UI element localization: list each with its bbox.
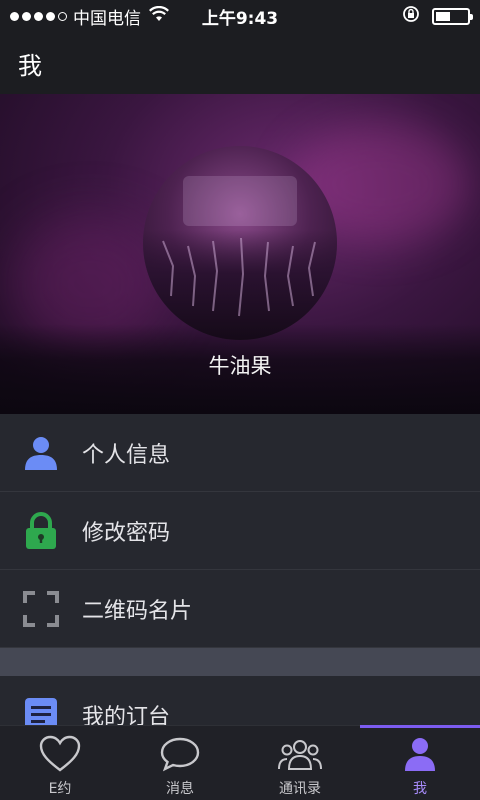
document-icon (22, 696, 60, 725)
heart-icon (38, 734, 82, 774)
tab-e-appointment[interactable]: E约 (0, 726, 120, 800)
tab-label: E约 (48, 781, 72, 797)
menu-item-personal-info[interactable]: 个人信息 (0, 414, 480, 492)
chat-bubble-icon (159, 734, 201, 774)
wifi-icon (149, 5, 169, 27)
tab-label: 消息 (166, 781, 194, 797)
lock-icon (22, 511, 60, 550)
section-divider (0, 648, 480, 676)
status-bar: 中国电信 上午9:43 (0, 0, 480, 32)
tab-me[interactable]: 我 (360, 725, 480, 800)
profile-username: 牛油果 (208, 354, 272, 378)
carrier-name: 中国电信 (73, 8, 141, 29)
tab-label: 我 (413, 781, 427, 797)
page-title: 我 (18, 51, 42, 80)
bottom-tab-bar: E约 消息 通讯录 我 (0, 725, 480, 800)
status-time: 上午9:43 (201, 8, 279, 29)
menu-item-change-password[interactable]: 修改密码 (0, 492, 480, 570)
battery-icon (432, 7, 473, 25)
contacts-icon (277, 734, 323, 774)
menu-item-label: 我的订台 (82, 704, 171, 726)
qr-scan-icon (22, 590, 60, 628)
menu-item-my-bookings[interactable]: 我的订台 (0, 676, 480, 725)
page-title-bar: 我 (0, 32, 480, 94)
settings-menu-list: 个人信息 修改密码 二维码名片 我的订台 (0, 414, 480, 725)
tab-contacts[interactable]: 通讯录 (240, 726, 360, 800)
signal-strength-icon (10, 11, 67, 21)
tab-label: 通讯录 (279, 781, 321, 797)
tab-messages[interactable]: 消息 (120, 726, 240, 800)
menu-item-label: 修改密码 (82, 520, 171, 546)
person-icon (22, 434, 60, 472)
orientation-lock-icon (402, 5, 420, 28)
menu-item-qr-card[interactable]: 二维码名片 (0, 570, 480, 648)
profile-icon (402, 734, 438, 774)
menu-item-label: 二维码名片 (82, 598, 193, 624)
avatar[interactable] (143, 146, 337, 340)
menu-item-label: 个人信息 (82, 442, 171, 468)
profile-header-banner: 牛油果 (0, 94, 480, 414)
